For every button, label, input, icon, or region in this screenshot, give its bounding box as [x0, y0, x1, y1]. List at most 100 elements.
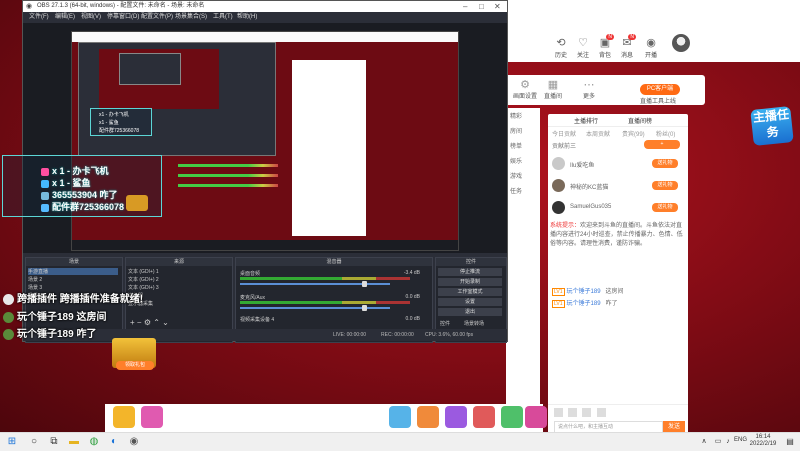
anchor-icon[interactable]: ▦ 直播间 — [533, 78, 573, 100]
chat-user[interactable]: 玩个锤子189 — [567, 289, 601, 295]
rank-row[interactable]: SamuelGus035 送礼物 — [550, 200, 684, 216]
tray-up-icon[interactable]: ∧ — [698, 436, 710, 448]
taskview-icon[interactable]: ⧉ — [48, 436, 60, 448]
system-message: 系统提示：欢迎来到斗鱼的直播间。斗鱼依法对直播内容进行24小时巡查，禁止传播暴力… — [550, 222, 684, 249]
gift-item[interactable] — [501, 406, 523, 428]
gift-item[interactable] — [445, 406, 467, 428]
menu-file[interactable]: 文件(F) — [29, 12, 49, 23]
msg-icon[interactable]: ✉ N 消息 — [618, 34, 636, 59]
chat-user[interactable]: 玩个锤子189 — [567, 301, 601, 307]
more-icon[interactable]: ⋯ 更多 — [569, 78, 609, 100]
emoji-icon[interactable] — [596, 408, 606, 417]
volume-slider[interactable] — [240, 307, 390, 309]
subtab-today[interactable]: 今日贡献 — [552, 129, 576, 138]
emoji-icon[interactable] — [568, 408, 578, 417]
obs-icon[interactable]: ◉ — [128, 436, 140, 448]
rank-row[interactable]: Ilu爱吃鱼 送礼物 — [550, 156, 684, 172]
gift-icon — [41, 167, 49, 176]
cpu-status: CPU: 3.6%, 60.00 fps — [425, 332, 474, 338]
side-item[interactable]: 游戏 — [506, 168, 540, 183]
level-badge: LV1 — [552, 300, 565, 308]
volume-knob[interactable] — [362, 281, 367, 287]
scene-item[interactable]: 场景 2 — [28, 276, 42, 283]
close-icon[interactable]: ✕ — [494, 1, 501, 12]
stop-stream-button[interactable]: 停止推流 — [438, 268, 502, 276]
bag-icon[interactable]: ▣ N 背包 — [596, 34, 614, 59]
maximize-icon[interactable]: □ — [479, 1, 484, 12]
obs-titlebar: ◉ OBS 27.1.3 (64-bit, windows) - 配置文件: 未… — [23, 1, 507, 12]
volume-slider[interactable] — [240, 283, 390, 285]
tab-room-rank[interactable]: 直播间榜 — [628, 116, 652, 125]
join-fans-button[interactable]: + — [644, 140, 680, 149]
gift-item[interactable] — [141, 406, 163, 428]
settings-button[interactable]: 设置 — [438, 298, 502, 306]
language-indicator[interactable]: ENG — [734, 437, 747, 443]
overlay-message-text: 跨播插件 跨播插件准备就绪! — [17, 294, 144, 305]
user-avatar[interactable] — [672, 34, 690, 52]
follow-icon[interactable]: ♡ 关注 — [574, 36, 592, 59]
edge-icon[interactable]: ◐ — [108, 436, 120, 448]
tab-anchor-rank[interactable]: 主播排行 — [574, 116, 598, 125]
dock-tab-controls[interactable]: 控件 — [440, 320, 450, 327]
menu-view[interactable]: 视图(V) — [81, 12, 101, 23]
side-item[interactable]: 娱乐 — [506, 153, 540, 168]
subtab-fans[interactable]: 粉丝(0) — [656, 129, 675, 138]
gift-item[interactable] — [525, 406, 547, 428]
side-item[interactable]: 任务 — [506, 183, 540, 198]
live-icon[interactable]: ◉ 开播 — [642, 36, 660, 59]
menu-dock[interactable]: 停靠窗口(D) — [107, 12, 139, 23]
side-item[interactable]: 房间 — [506, 123, 540, 138]
menu-edit[interactable]: 编辑(E) — [55, 12, 75, 23]
start-record-button[interactable]: 开始录制 — [438, 278, 502, 286]
obs-preview[interactable] — [23, 23, 507, 253]
menu-scene-collection[interactable]: 场景集合(S) — [175, 12, 207, 23]
notification-icon[interactable]: ▤ — [784, 436, 796, 448]
studio-mode-button[interactable]: 工作室模式 — [438, 288, 502, 296]
tool-label: 更多 — [582, 94, 595, 100]
history-icon[interactable]: ⟲ 历史 — [552, 36, 570, 59]
captured-mixer-bars — [178, 160, 278, 190]
source-item[interactable]: 文本 (GDI+) 2 — [128, 276, 159, 283]
side-item[interactable]: 榜单 — [506, 138, 540, 153]
chrome-icon[interactable]: ◍ — [88, 436, 100, 448]
mixer-channel: 麦克风/Aux 0.0 dB — [240, 294, 420, 314]
tool-label: 直播间 — [543, 94, 562, 100]
emoji-icon[interactable] — [582, 408, 592, 417]
clock[interactable]: 16:14 2022/2/19 — [748, 434, 778, 448]
subtab-vip[interactable]: 贵宾(99) — [622, 129, 645, 138]
left-side-panel: 精彩 房间 榜单 娱乐 游戏 任务 — [506, 108, 540, 408]
captured-browser-bar — [72, 32, 458, 42]
menu-tools[interactable]: 工具(T) — [213, 12, 233, 23]
search-icon[interactable]: ○ — [28, 436, 40, 448]
side-item[interactable]: 精彩 — [506, 108, 540, 123]
top-icon-label: 历史 — [554, 53, 567, 59]
gift-item[interactable] — [473, 406, 495, 428]
windows-icon[interactable]: ⊞ — [6, 436, 18, 448]
obs-menubar: 文件(F) 编辑(E) 视图(V) 停靠窗口(D) 配置文件(P) 场景集合(S… — [23, 12, 507, 23]
minimize-icon[interactable]: – — [463, 1, 467, 12]
rank-row[interactable]: 神秘的KC蓝猫 送礼物 — [550, 178, 684, 194]
source-item[interactable]: 文本 (GDI+) 1 — [128, 268, 159, 275]
menu-help[interactable]: 帮助(H) — [237, 12, 257, 23]
overlay-message: 跨播插件 跨播插件准备就绪! — [3, 290, 143, 305]
channel-name: 视频采集设备 4 — [240, 317, 275, 323]
captured-meter — [178, 174, 278, 177]
emoji-icon[interactable] — [554, 408, 563, 417]
subtab-week[interactable]: 本周贡献 — [586, 129, 610, 138]
volume-knob[interactable] — [362, 305, 367, 311]
menu-profile[interactable]: 配置文件(P) — [141, 12, 173, 23]
anchor-task-badge[interactable]: 主播任务 — [750, 106, 794, 146]
gift-item[interactable] — [113, 406, 135, 428]
scene-item[interactable]: 手游直播 — [28, 268, 118, 275]
pc-client-button[interactable]: PC客户端 — [640, 84, 680, 95]
rank-intro: 贡献前三 — [552, 144, 577, 150]
down-icon[interactable]: ⌄ — [162, 318, 169, 327]
dock-tab-transitions[interactable]: 场景转场 — [464, 320, 484, 327]
volume-icon[interactable]: ♪ — [722, 436, 734, 448]
gift-item[interactable] — [389, 406, 411, 428]
exit-button[interactable]: 退出 — [438, 308, 502, 316]
gift-item[interactable] — [417, 406, 439, 428]
rank-name: Ilu爱吃鱼 — [570, 163, 595, 169]
gift-package-button[interactable]: 领取礼包 — [116, 361, 154, 370]
explorer-icon[interactable]: ▬ — [68, 436, 80, 448]
